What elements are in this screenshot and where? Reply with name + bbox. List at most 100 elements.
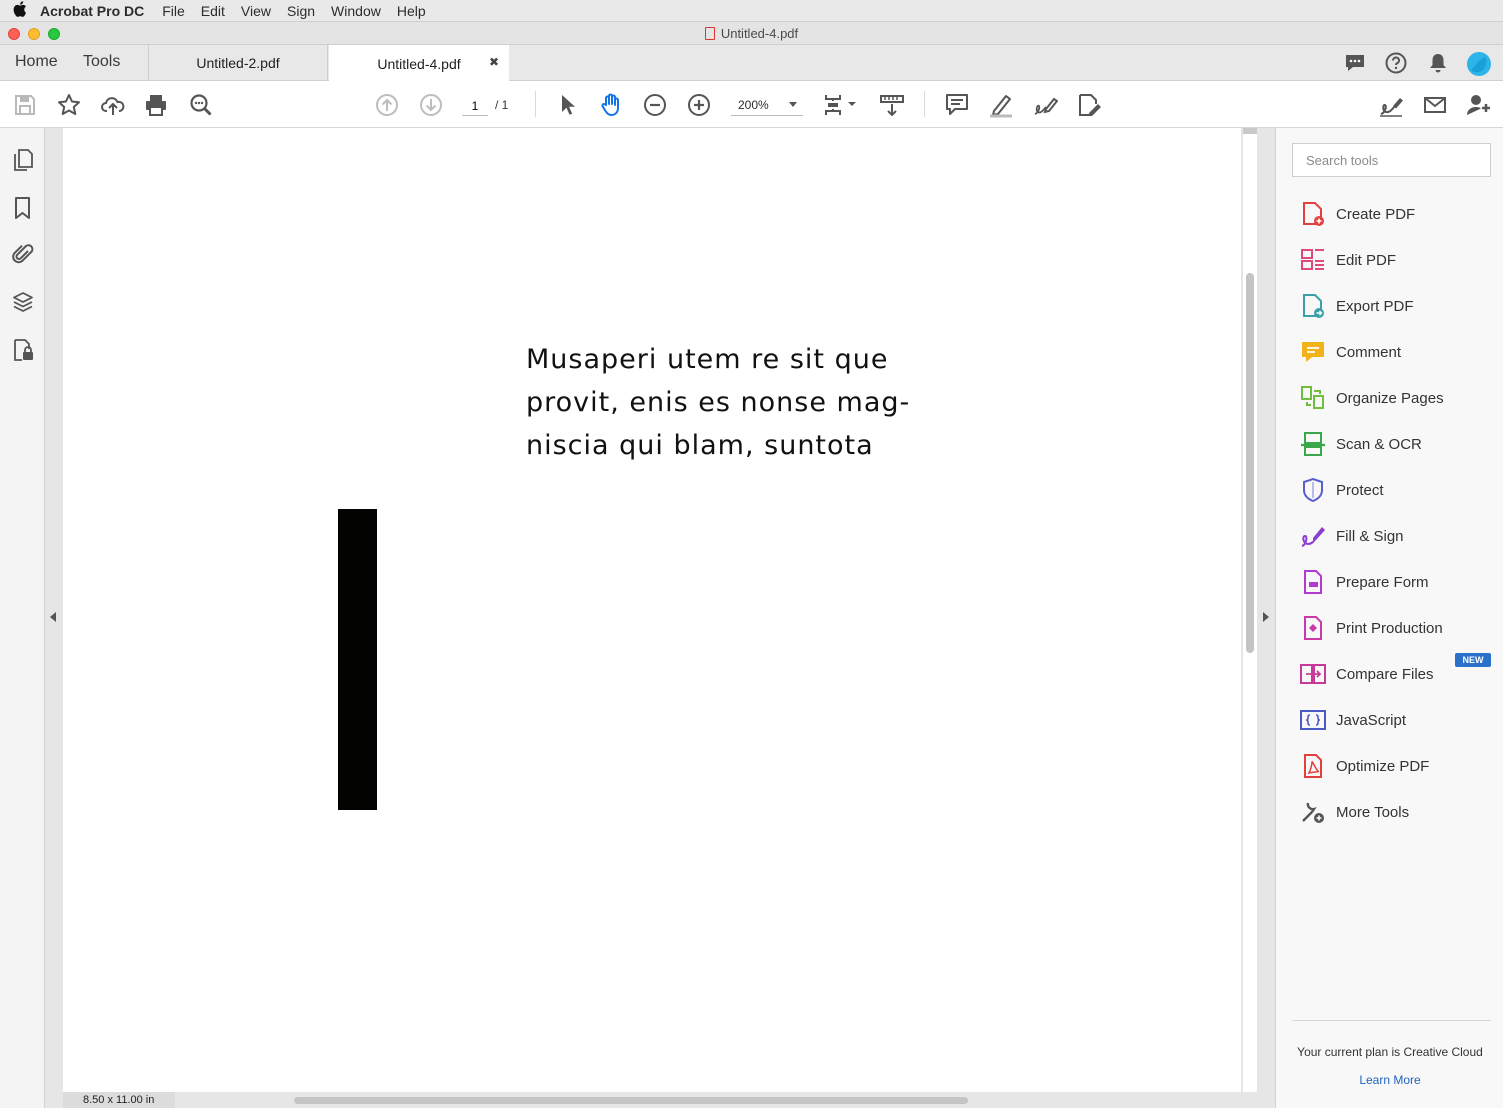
prepare-form-icon [1299,568,1327,596]
horizontal-scrollbar-thumb[interactable] [294,1097,968,1104]
black-rectangle-shape [338,509,377,810]
zoom-in-icon[interactable] [686,92,712,118]
document-tab-untitled-4[interactable]: Untitled-4.pdf ✖ [329,45,509,82]
pdf-file-icon [704,27,715,40]
menu-window[interactable]: Window [331,3,381,19]
tool-edit-pdf[interactable]: Edit PDF [1299,245,1499,275]
compare-files-icon [1299,660,1327,688]
window-title: Untitled-4.pdf [0,26,1503,41]
collapse-left-panel-icon[interactable] [50,612,56,622]
hand-tool-icon[interactable] [598,92,624,118]
next-page-icon[interactable] [418,92,444,118]
tool-label: Comment [1336,343,1402,361]
tool-export-pdf[interactable]: Export PDF [1299,291,1499,321]
menu-help[interactable]: Help [397,3,426,19]
close-tab-icon[interactable]: ✖ [489,55,499,69]
panel-divider [1292,1020,1491,1021]
comment-icon [1299,338,1327,366]
toolbar-divider [924,91,925,117]
page-fit-options-icon[interactable] [822,92,858,118]
bookmark-star-icon[interactable] [56,92,82,118]
tool-print-production[interactable]: Print Production [1299,613,1499,643]
tab-home[interactable]: Home [15,53,58,71]
tool-label: Create PDF [1336,205,1416,223]
document-tab-untitled-2[interactable]: Untitled-2.pdf [148,45,328,81]
save-icon[interactable] [12,92,38,118]
document-tab-label: Untitled-4.pdf [377,55,461,72]
tab-tools[interactable]: Tools [83,53,120,71]
scroll-mode-icon[interactable] [879,92,905,118]
upload-cloud-icon[interactable] [100,92,126,118]
tool-label: Protect [1336,481,1384,499]
layers-icon[interactable] [11,290,35,314]
tool-scan-ocr[interactable]: Scan & OCR [1299,429,1499,459]
app-name-menu[interactable]: Acrobat Pro DC [40,3,144,19]
export-pdf-icon [1299,292,1327,320]
previous-page-icon[interactable] [374,92,400,118]
edit-pdf-icon [1299,246,1327,274]
tool-prepare-form[interactable]: Prepare Form [1299,567,1499,597]
page-body-text: Musaperi utem re sit que provit, enis es… [526,338,946,467]
menu-view[interactable]: View [241,3,271,19]
tool-javascript[interactable]: JavaScript [1299,705,1499,735]
page-total: / 1 [495,98,509,112]
bookmarks-icon[interactable] [11,196,35,220]
window-title-bar: Untitled-4.pdf [0,22,1503,45]
menu-bar: Acrobat Pro DC File Edit View Sign Windo… [0,0,1503,22]
page-thumbnails-icon[interactable] [11,148,35,172]
organize-pages-icon [1299,384,1327,412]
tool-organize-pages[interactable]: Organize Pages [1299,383,1499,413]
share-user-icon[interactable] [1465,92,1491,118]
notifications-bell-icon[interactable] [1427,52,1449,74]
zoom-level-select[interactable]: 200% [731,94,803,116]
edit-pdf-toolbar-icon[interactable] [1076,92,1102,118]
comments-icon[interactable] [1344,52,1366,74]
print-icon[interactable] [143,92,169,118]
tool-fill-sign[interactable]: Fill & Sign [1299,521,1499,551]
learn-more-link[interactable]: Learn More [1276,1073,1503,1087]
fill-sign-icon [1299,522,1327,550]
help-icon[interactable] [1385,52,1407,74]
create-pdf-icon [1299,200,1327,228]
security-lock-document-icon[interactable] [11,338,35,362]
menu-sign[interactable]: Sign [287,3,315,19]
expand-right-panel-icon[interactable] [1263,612,1269,622]
send-for-signature-icon[interactable] [1378,92,1404,118]
draw-signature-icon[interactable] [1032,92,1059,118]
tool-more-tools[interactable]: More Tools [1299,797,1499,827]
add-comment-icon[interactable] [944,92,970,118]
menu-file[interactable]: File [162,3,185,19]
email-icon[interactable] [1422,92,1448,118]
left-navigation-rail [0,128,45,1108]
pdf-page[interactable]: Musaperi utem re sit que provit, enis es… [63,128,1241,1092]
zoom-out-icon[interactable] [642,92,668,118]
attachments-paperclip-icon[interactable] [11,242,35,266]
tab-row: Home Tools Untitled-2.pdf Untitled-4.pdf… [0,45,1503,82]
select-cursor-icon[interactable] [555,92,581,118]
vertical-scrollbar-thumb[interactable] [1246,273,1254,653]
new-badge: NEW [1455,653,1491,667]
tools-pane: Create PDF Edit PDF Export PDF Comment Organ… [1275,128,1503,1108]
apple-menu-icon[interactable] [0,0,40,21]
menu-edit[interactable]: Edit [201,3,225,19]
user-avatar[interactable] [1467,52,1491,76]
page-size-indicator: 8.50 x 11.00 in [63,1092,175,1108]
page-number-input[interactable] [462,96,488,116]
main-toolbar: / 1 200% [0,81,1503,128]
tool-label: Edit PDF [1336,251,1397,269]
scan-ocr-icon [1299,430,1327,458]
tool-comment[interactable]: Comment [1299,337,1499,367]
protect-icon [1299,476,1327,504]
print-production-icon [1299,614,1327,642]
search-tools-input[interactable] [1292,143,1491,177]
document-viewport[interactable]: Musaperi utem re sit que provit, enis es… [45,128,1275,1108]
find-text-icon[interactable] [188,92,214,118]
tool-create-pdf[interactable]: Create PDF [1299,199,1499,229]
tool-label: Compare Files [1336,665,1434,683]
highlight-pen-icon[interactable] [988,92,1014,118]
tool-optimize-pdf[interactable]: Optimize PDF [1299,751,1499,781]
more-tools-icon [1299,798,1327,826]
tool-label: Prepare Form [1336,573,1429,591]
tool-label: Scan & OCR [1336,435,1422,453]
tool-protect[interactable]: Protect [1299,475,1499,505]
